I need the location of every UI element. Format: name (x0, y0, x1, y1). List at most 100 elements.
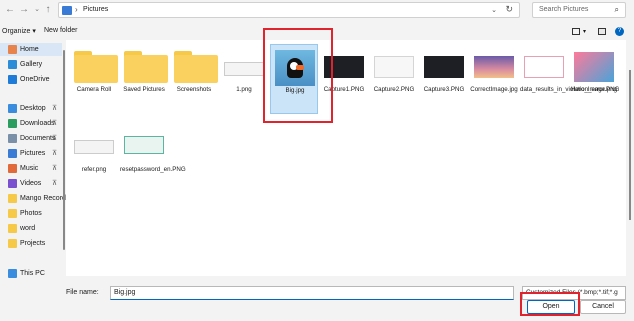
home-icon (8, 45, 17, 54)
pin-icon: ⊼ (52, 150, 58, 157)
sidebar-item-label: Downloads (20, 120, 55, 127)
file-name: Capture3.PNG (423, 86, 465, 93)
organize-button[interactable]: Organize ▾ (2, 27, 36, 35)
file-item[interactable]: Screenshots (170, 44, 218, 114)
image-thumbnail (224, 62, 264, 76)
sidebar-item[interactable]: Home (0, 43, 62, 56)
new-folder-button[interactable]: New folder (44, 27, 77, 34)
sidebar-item[interactable]: Mango Recorde (0, 192, 70, 205)
folder-icon (8, 209, 17, 218)
forward-arrow-icon[interactable]: → (18, 4, 30, 16)
sidebar-item[interactable]: word (0, 222, 62, 235)
highlight-box-open (520, 292, 580, 316)
documents-icon (8, 134, 17, 143)
pictures-icon (62, 6, 72, 15)
pin-icon: ⊼ (52, 105, 58, 112)
image-thumbnail (424, 56, 464, 78)
file-item[interactable]: Capture3.PNG (420, 44, 468, 114)
file-item[interactable]: data_results_in_violation_error.PNG (520, 44, 620, 114)
sidebar-item-label: Music (20, 165, 39, 172)
videos-icon (8, 179, 17, 188)
sidebar-item[interactable]: Pictures ⊼ (0, 147, 62, 160)
gallery-icon (8, 60, 17, 69)
file-name: Saved Pictures (123, 86, 165, 93)
pin-icon: ⊼ (52, 135, 58, 142)
file-name: Hero_Image.png (570, 86, 618, 93)
image-thumbnail (474, 56, 514, 78)
file-item[interactable]: CorrectImage.jpg (470, 44, 518, 114)
image-thumbnail (74, 140, 114, 154)
sidebar-item-label: Desktop (20, 105, 46, 112)
sidebar-item-label: Documents (20, 135, 56, 142)
sidebar-item-label: Projects (20, 240, 46, 247)
pin-icon: ⊼ (52, 120, 58, 127)
address-dropdown-icon[interactable]: ⌄ (491, 6, 497, 14)
desktop-icon (8, 104, 17, 113)
folder-icon (174, 49, 218, 85)
folder-icon (8, 194, 17, 203)
folder-icon (8, 239, 17, 248)
content-scrollbar[interactable] (626, 40, 634, 276)
view-options-icon[interactable] (572, 28, 580, 35)
pc-icon (8, 269, 17, 278)
file-open-dialog: ← → ⌄ ↑ › Pictures ⌄ ↻ Search Pictures ⌕… (0, 0, 634, 321)
search-icon: ⌕ (614, 5, 619, 14)
file-name: Screenshots (176, 86, 212, 93)
breadcrumb-separator: › (75, 5, 78, 14)
file-item[interactable]: Hero_Image.png (570, 44, 618, 114)
sidebar-item[interactable]: Videos ⊼ (0, 177, 62, 190)
sidebar-item-label: Home (20, 46, 39, 53)
cancel-button[interactable]: Cancel (580, 300, 626, 314)
highlight-box-bigjpg (263, 28, 333, 123)
file-name: 1.png (236, 86, 252, 93)
pictures-icon (8, 149, 17, 158)
breadcrumb-pictures[interactable]: Pictures (83, 6, 108, 13)
address-bar[interactable]: › Pictures ⌄ ↻ (58, 2, 520, 18)
file-name: refer.png (81, 166, 107, 173)
file-item[interactable]: resetpassword_en.PNG (120, 122, 186, 192)
sidebar-item[interactable]: OneDrive (0, 73, 62, 86)
sidebar-item-label: This PC (20, 270, 45, 277)
back-arrow-icon[interactable]: ← (4, 4, 16, 16)
file-item[interactable]: Saved Pictures (120, 44, 168, 114)
file-item[interactable]: 1.png (220, 44, 268, 114)
sidebar-item-label: Pictures (20, 150, 46, 157)
file-name: Capture2.PNG (373, 86, 415, 93)
pin-icon: ⊼ (52, 165, 58, 172)
preview-pane-icon[interactable] (598, 28, 606, 35)
file-name-input[interactable]: Big.jpg (110, 286, 514, 300)
sidebar-item[interactable]: Desktop ⊼ (0, 102, 62, 115)
file-name: Camera Roll (76, 86, 112, 93)
sidebar-item[interactable]: Downloads ⊼ (0, 117, 62, 130)
file-name: data_results_in_violation_error.PNG (520, 86, 620, 93)
folder-icon (8, 224, 17, 233)
cloud-icon (8, 75, 17, 84)
sidebar-item[interactable]: Music ⊼ (0, 162, 62, 175)
help-icon[interactable]: ? (615, 27, 624, 36)
sidebar-item-label: word (20, 225, 36, 232)
sidebar-item[interactable]: Projects (0, 237, 62, 250)
image-thumbnail (124, 136, 164, 154)
refresh-icon[interactable]: ↻ (505, 4, 513, 15)
folder-icon (124, 49, 168, 85)
view-dropdown-icon[interactable]: ▾ (583, 28, 586, 35)
search-input[interactable]: Search Pictures ⌕ (532, 2, 626, 18)
file-name: resetpassword_en.PNG (120, 166, 186, 173)
sidebar-item[interactable]: This PC (0, 267, 62, 280)
file-item[interactable]: Capture2.PNG (370, 44, 418, 114)
file-item[interactable]: refer.png (70, 122, 118, 192)
sidebar-item[interactable]: Photos (0, 207, 62, 220)
sidebar-item-label: Videos (20, 180, 42, 187)
folder-icon (74, 49, 118, 85)
file-name-label: File name: (66, 289, 99, 296)
file-item[interactable]: Camera Roll (70, 44, 118, 114)
music-icon (8, 164, 17, 173)
sidebar-item-label: Gallery (20, 61, 43, 68)
navigation-pane: Home Gallery OneDrive Desktop ⊼ Downloads ⊼ Doc… (0, 40, 70, 278)
sidebar-item[interactable]: Documents ⊼ (0, 132, 62, 145)
download-icon (8, 119, 17, 128)
sidebar-item-label: Photos (20, 210, 42, 217)
up-arrow-icon[interactable]: ↑ (42, 4, 54, 16)
image-thumbnail (524, 56, 564, 78)
sidebar-item[interactable]: Gallery (0, 58, 62, 71)
